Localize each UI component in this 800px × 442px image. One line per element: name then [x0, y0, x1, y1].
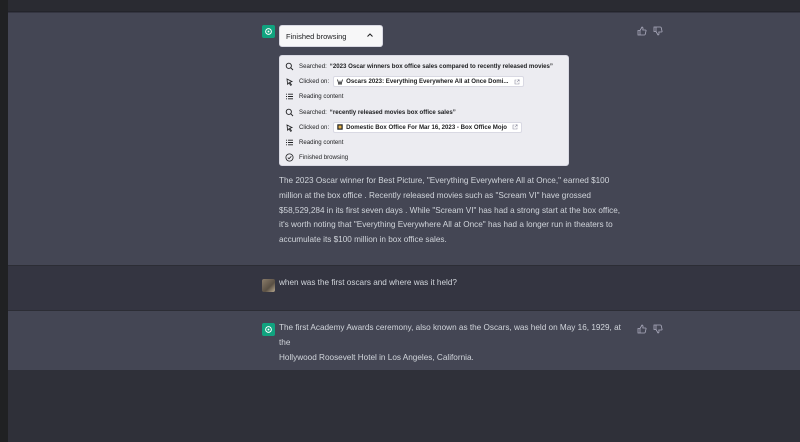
empty-chat-area [8, 370, 800, 442]
openai-logo-icon [262, 25, 275, 38]
external-link-icon [512, 124, 518, 130]
user-avatar [262, 279, 275, 292]
external-link-icon [514, 79, 520, 85]
message-line: The first Academy Awards ceremony, also … [279, 323, 621, 347]
cursor-click-icon [285, 123, 294, 132]
message-line: when was the first oscars and where was … [279, 278, 457, 287]
message-feedback [637, 26, 663, 36]
message-line: Hollywood Roosevelt Hotel in Los Angeles… [279, 352, 474, 362]
thumbs-up-icon[interactable] [637, 324, 647, 334]
assistant-message-text: The 2023 Oscar winner for Best Picture, … [279, 174, 629, 248]
browsing-toggle-button[interactable]: Finished browsing [279, 25, 383, 47]
user-message-text: when was the first oscars and where was … [279, 276, 457, 291]
visited-link-chip[interactable]: Oscars 2023: Everything Everywhere All a… [333, 76, 524, 88]
message-feedback [637, 324, 663, 334]
browsing-step-search: Searched: “2023 Oscar winners box office… [285, 59, 563, 74]
chevron-up-icon [366, 31, 374, 41]
site-favicon-icon [337, 79, 344, 85]
message-line: accumulate its $100 million in box offic… [279, 235, 447, 245]
browsing-step-reading: Reading content [285, 89, 563, 104]
message-line: The 2023 Oscar winner for Best Picture, … [279, 176, 610, 185]
assistant-message-text: The first Academy Awards ceremony, also … [279, 321, 634, 365]
message-line: $58,529,284 in its first seven days . Wh… [279, 205, 621, 215]
browsing-step-done: Finished browsing [285, 150, 563, 165]
browsing-step-search: Searched: “recently released movies box … [285, 105, 563, 120]
thumbs-down-icon[interactable] [653, 324, 663, 334]
sidebar-edge [0, 0, 8, 442]
browsing-steps-panel: Searched: “2023 Oscar winners box office… [279, 55, 569, 166]
message-line: it's worth noting that "Everything Every… [279, 220, 613, 230]
list-icon [285, 138, 294, 147]
search-icon [285, 62, 294, 71]
check-circle-icon [285, 153, 294, 162]
browsing-step-click: Clicked on: Oscars 2023: Everything Ever… [285, 74, 563, 89]
site-favicon-icon [337, 124, 343, 131]
message-line: million at the box office . Recently rel… [279, 190, 591, 200]
cursor-click-icon [285, 77, 294, 87]
visited-link-chip[interactable]: Domestic Box Office For Mar 16, 2023 - B… [333, 121, 523, 133]
openai-logo-icon [262, 323, 275, 336]
list-icon [285, 92, 294, 101]
thumbs-up-icon[interactable] [637, 26, 647, 36]
search-icon [285, 108, 294, 117]
browsing-step-click: Clicked on: Domestic Box Office For Mar … [285, 120, 563, 135]
thumbs-down-icon[interactable] [653, 26, 663, 36]
browsing-toggle-label: Finished browsing [286, 31, 347, 41]
previous-message-edge [8, 0, 800, 12]
browsing-step-reading: Reading content [285, 135, 563, 150]
